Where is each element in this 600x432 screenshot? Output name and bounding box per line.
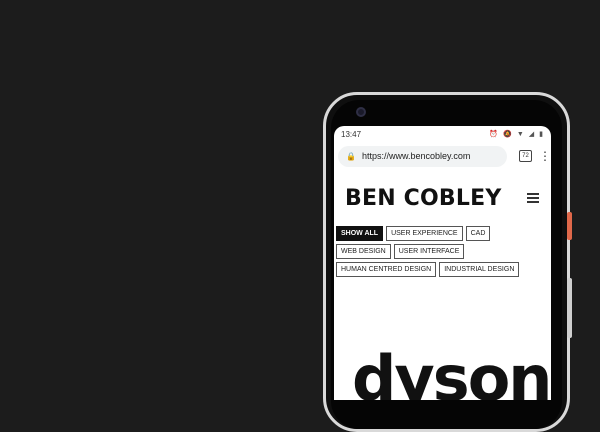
filter-user-interface[interactable]: USER INTERFACE xyxy=(393,244,465,259)
status-icons: ⏰ 🔕 ▼ ◢ ▮ xyxy=(489,130,543,139)
signal-icon: ◢ xyxy=(528,131,535,138)
filter-show-all[interactable]: SHOW ALL xyxy=(336,226,384,241)
filter-human-centred-design[interactable]: HUMAN CENTRED DESIGN xyxy=(336,262,437,277)
filter-user-experience[interactable]: USER EXPERIENCE xyxy=(386,226,463,241)
url-text: https://www.bencobley.com xyxy=(361,151,471,161)
status-time: 13:47 xyxy=(341,129,362,139)
filter-industrial-design[interactable]: INDUSTRIAL DESIGN xyxy=(439,262,520,277)
wifi-icon: ▼ xyxy=(516,130,524,138)
status-bar: 13:47 ⏰ 🔕 ▼ ◢ ▮ xyxy=(334,126,551,142)
more-vert-icon[interactable]: ⋮ xyxy=(539,149,551,163)
site-header: BEN COBLEY xyxy=(334,170,551,226)
phone-screen: 13:47 ⏰ 🔕 ▼ ◢ ▮ 🔒 https://www.bencobley.… xyxy=(334,126,551,400)
battery-icon: ▮ xyxy=(539,131,543,138)
front-camera xyxy=(356,107,366,117)
project-logo-dyson[interactable]: dyson xyxy=(352,348,551,401)
hamburger-icon[interactable] xyxy=(527,193,539,203)
volume-button xyxy=(567,278,572,338)
site-logo[interactable]: BEN COBLEY xyxy=(345,186,501,211)
filter-cad[interactable]: CAD xyxy=(465,226,491,241)
mute-icon: 🔕 xyxy=(503,131,512,138)
filter-chips: SHOW ALL USER EXPERIENCE CAD WEB DESIGN … xyxy=(334,226,547,277)
address-bar[interactable]: 🔒 https://www.bencobley.com xyxy=(338,145,507,167)
browser-toolbar: 🔒 https://www.bencobley.com 72 ⋮ xyxy=(334,142,551,170)
alarm-icon: ⏰ xyxy=(489,131,499,138)
lock-icon: 🔒 xyxy=(346,151,356,161)
power-button xyxy=(567,212,572,240)
tab-switcher-button[interactable]: 72 xyxy=(519,150,532,162)
filter-web-design[interactable]: WEB DESIGN xyxy=(336,244,391,259)
